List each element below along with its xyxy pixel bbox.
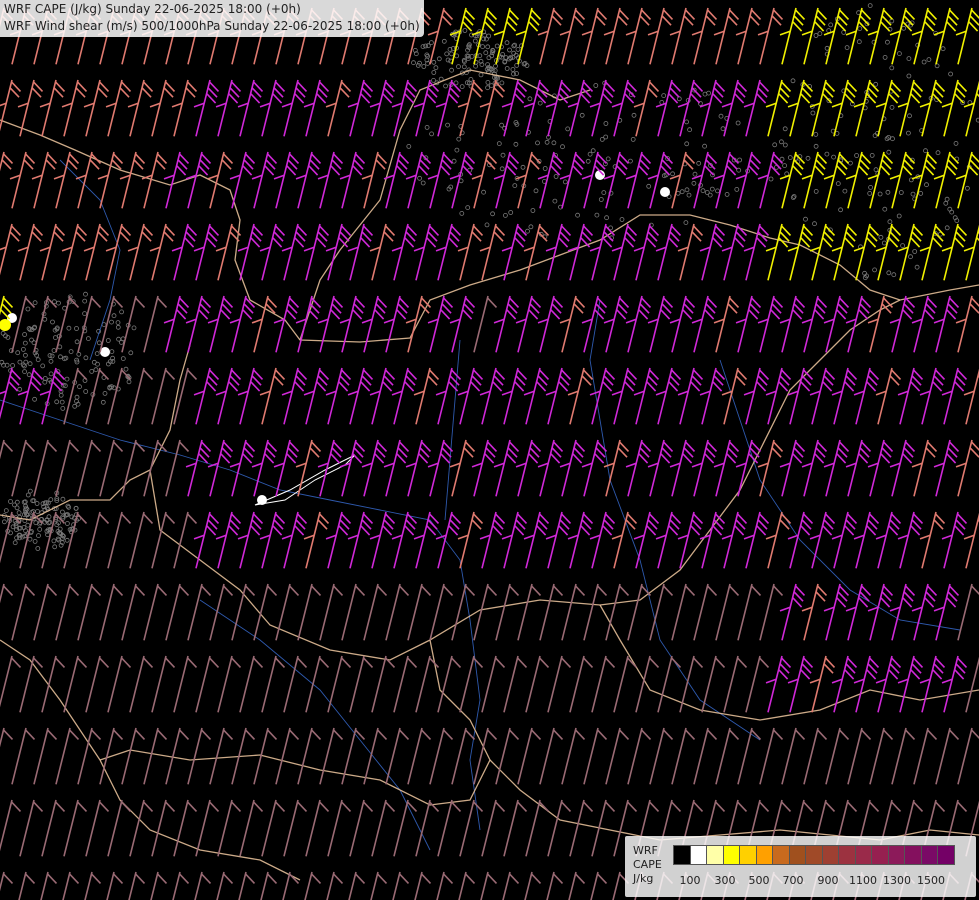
legend-swatch bbox=[904, 845, 922, 865]
map-background bbox=[0, 0, 979, 900]
legend-tick-label: 1300 bbox=[883, 874, 911, 887]
legend-field: CAPE bbox=[633, 858, 662, 871]
legend-swatch bbox=[689, 845, 707, 865]
legend-swatch bbox=[920, 845, 938, 865]
cape-legend: WRF CAPE J/kg 100 300 500 700 900 1100 1300 150… bbox=[625, 836, 976, 897]
legend-swatch bbox=[722, 845, 740, 865]
wind-shear-title: WRF Wind shear (m/s) 500/1000hPa Sunday … bbox=[4, 19, 420, 33]
cape-spot bbox=[660, 187, 670, 197]
legend-tick-label: 1100 bbox=[849, 874, 877, 887]
legend-swatch bbox=[854, 845, 872, 865]
legend-swatch bbox=[673, 845, 691, 865]
legend-swatch bbox=[788, 845, 806, 865]
legend-model: WRF bbox=[633, 844, 658, 857]
legend-tick-label: 500 bbox=[748, 874, 770, 887]
legend-tick-label: 1500 bbox=[917, 874, 945, 887]
legend-swatch bbox=[871, 845, 889, 865]
legend-swatch bbox=[838, 845, 856, 865]
legend-tick-label: 700 bbox=[782, 874, 804, 887]
legend-tick-label: 100 bbox=[679, 874, 701, 887]
legend-tick-labels: 100 300 500 700 900 1100 1300 1500 bbox=[673, 874, 973, 888]
legend-color-scale bbox=[673, 845, 955, 865]
legend-swatch bbox=[755, 845, 773, 865]
legend-swatch bbox=[805, 845, 823, 865]
legend-swatch bbox=[772, 845, 790, 865]
legend-swatch bbox=[706, 845, 724, 865]
weather-map bbox=[0, 0, 979, 900]
legend-tick-label: 300 bbox=[714, 874, 736, 887]
legend-swatch bbox=[739, 845, 757, 865]
legend-label: WRF CAPE J/kg bbox=[633, 844, 662, 886]
legend-swatch bbox=[821, 845, 839, 865]
legend-unit: J/kg bbox=[633, 872, 654, 885]
legend-tick-label: 900 bbox=[817, 874, 839, 887]
map-title-box: WRF CAPE (J/kg) Sunday 22-06-2025 18:00 … bbox=[0, 0, 424, 37]
cape-title: WRF CAPE (J/kg) Sunday 22-06-2025 18:00 … bbox=[4, 2, 301, 16]
legend-swatch bbox=[937, 845, 955, 865]
legend-swatch bbox=[887, 845, 905, 865]
